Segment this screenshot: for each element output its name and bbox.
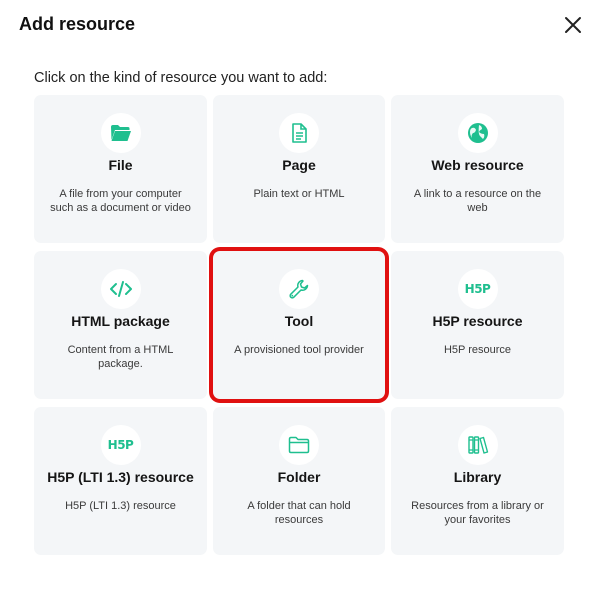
- card-title: Tool: [284, 313, 314, 329]
- folder-open-icon: [100, 113, 141, 153]
- card-description: Plain text or HTML: [253, 188, 345, 200]
- resource-card-tool[interactable]: Tool A provisioned tool provider: [213, 251, 385, 399]
- h5p-icon: H5P: [100, 425, 141, 465]
- page-icon: [279, 113, 319, 153]
- close-icon: [565, 17, 581, 33]
- resource-card-folder[interactable]: Folder A folder that can hold resources: [213, 407, 385, 555]
- resource-card-library[interactable]: Library Resources from a library or your…: [391, 407, 564, 555]
- folder-icon: [279, 425, 319, 465]
- code-icon: [100, 269, 141, 309]
- h5p-icon-text: H5P: [464, 282, 491, 296]
- globe-icon: [457, 113, 498, 153]
- card-description: H5P (LTI 1.3) resource: [65, 500, 176, 512]
- card-title: H5P resource: [432, 313, 523, 329]
- card-description: Content from a HTML package.: [67, 344, 174, 370]
- h5p-icon-text: H5P: [107, 438, 134, 452]
- instruction-text: Click on the kind of resource you want t…: [34, 70, 328, 86]
- dialog-title: Add resource: [19, 14, 136, 34]
- wrench-icon: [279, 269, 319, 309]
- card-description: A link to a resource on the web: [413, 188, 542, 214]
- add-resource-dialog: Add resource Click on the kind of resour…: [0, 0, 600, 594]
- library-icon: [457, 425, 498, 465]
- card-description: Resources from a library or your favorit…: [411, 500, 544, 526]
- card-title: H5P (LTI 1.3) resource: [47, 469, 194, 485]
- h5p-icon: H5P: [457, 269, 498, 309]
- close-button[interactable]: [560, 12, 586, 38]
- card-title: Web resource: [431, 157, 524, 173]
- card-description: A file from your computer such as a docu…: [50, 188, 191, 214]
- resource-card-web-resource[interactable]: Web resource A link to a resource on the…: [391, 95, 564, 243]
- card-title: Library: [453, 469, 502, 485]
- resource-card-file[interactable]: File A file from your computer such as a…: [34, 95, 207, 243]
- resource-card-h5p-lti-resource[interactable]: H5P H5P (LTI 1.3) resource H5P (LTI 1.3)…: [34, 407, 207, 555]
- card-title: Page: [282, 157, 316, 173]
- resource-card-page[interactable]: Page Plain text or HTML: [213, 95, 385, 243]
- resource-card-html-package[interactable]: HTML package Content from a HTML package…: [34, 251, 207, 399]
- resource-card-h5p-resource[interactable]: H5P H5P resource H5P resource: [391, 251, 564, 399]
- card-description: H5P resource: [443, 344, 512, 356]
- card-description: A folder that can hold resources: [247, 500, 351, 526]
- resource-grid: File A file from your computer such as a…: [34, 95, 564, 555]
- card-title: Folder: [277, 469, 321, 485]
- card-description: A provisioned tool provider: [234, 344, 364, 356]
- card-title: File: [108, 157, 133, 173]
- card-title: HTML package: [71, 313, 170, 329]
